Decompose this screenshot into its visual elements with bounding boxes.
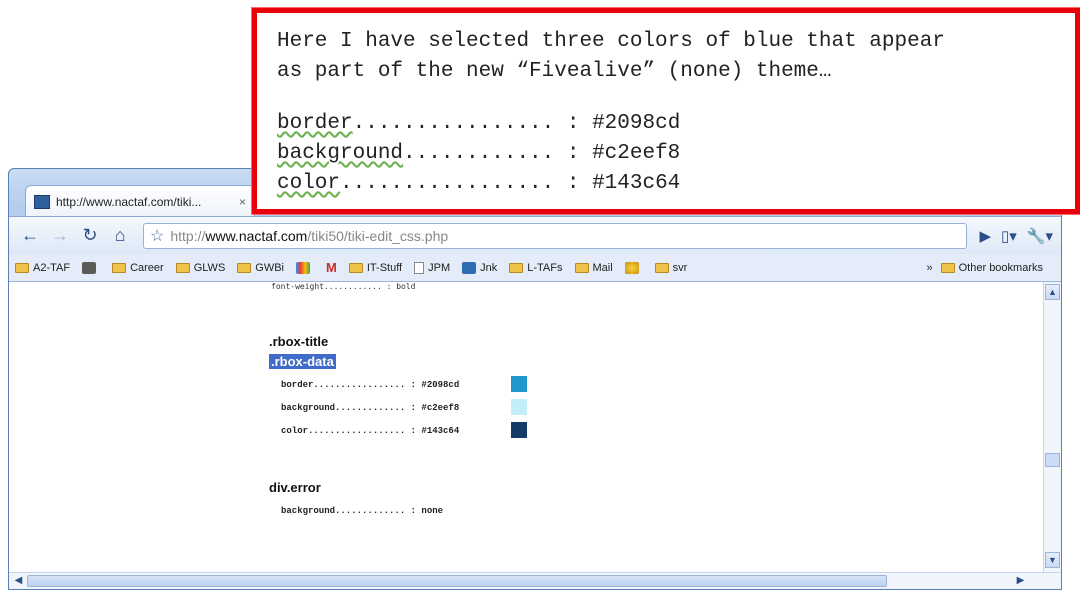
bookmark-label: GWBi — [255, 261, 285, 274]
bookmark-label: svr — [672, 261, 688, 274]
rbox-border-prop: border................. : #2098cd — [281, 380, 460, 390]
browser-window: http://www.nactaf.com/tiki... × ← → ↻ ⌂ … — [8, 168, 1062, 590]
section-rbox-data: .rbox-data — [269, 354, 336, 369]
callout-dots: ................. : — [340, 172, 593, 195]
other-bookmarks-label: Other bookmarks — [958, 261, 1043, 274]
bookmark-star-icon[interactable]: ☆ — [150, 226, 164, 246]
google-icon — [296, 261, 311, 274]
folder-icon — [112, 262, 127, 273]
scroll-down-icon[interactable]: ▼ — [1045, 552, 1060, 568]
rbox-color-prop: color.................. : #143c64 — [281, 426, 460, 436]
background-color-swatch — [511, 399, 527, 415]
url-host: www.nactaf.com — [205, 227, 308, 244]
folder-icon — [237, 262, 252, 273]
bookmark-globe[interactable] — [624, 261, 643, 274]
folder-icon — [175, 262, 190, 273]
bookmark-a2-taf[interactable]: A2-TAF — [15, 262, 70, 274]
app-logo-icon — [82, 261, 97, 274]
folder-icon — [509, 262, 524, 273]
bookmark-mail[interactable]: Mail — [574, 261, 613, 274]
folder-icon — [940, 262, 955, 273]
horizontal-scrollbar[interactable]: ◀ ▶ — [9, 572, 1061, 589]
bookmark-jnk[interactable]: Jnk — [462, 261, 498, 274]
home-button[interactable]: ⌂ — [107, 223, 133, 249]
bookmark-label: GLWS — [193, 261, 226, 274]
reload-button[interactable]: ↻ — [77, 223, 103, 249]
bookmarks-overflow-icon[interactable]: » — [927, 262, 933, 274]
bookmarks-bar: A2-TAF Career GLWS GWBi M IT-Stuff JPM J… — [9, 254, 1061, 282]
site-favicon-icon — [34, 194, 50, 209]
bookmark-google[interactable] — [296, 261, 314, 274]
browser-tab[interactable]: http://www.nactaf.com/tiki... × — [25, 185, 255, 217]
callout-dots: ................ : — [352, 112, 593, 135]
browser-toolbar: ← → ↻ ⌂ ☆ http://www.nactaf.com/tiki50/t… — [9, 216, 1061, 254]
partial-property-line: font-weight............ : bold — [271, 282, 416, 291]
wrench-menu-icon[interactable]: 🔧▾ — [1027, 227, 1053, 245]
scroll-right-icon[interactable]: ▶ — [1013, 574, 1028, 588]
callout-key: border — [277, 112, 353, 135]
callout-line-2: as part of the new “Fivealive” (none) th… — [277, 60, 832, 83]
bookmark-label: Jnk — [480, 261, 498, 274]
bookmark-label: IT-Stuff — [366, 261, 403, 274]
vertical-scroll-thumb[interactable] — [1045, 453, 1060, 467]
bookmark-label: JPM — [428, 261, 451, 274]
callout-line-1: Here I have selected three colors of blu… — [277, 30, 945, 53]
folder-icon — [15, 262, 29, 273]
section-rbox-title: .rbox-title — [269, 334, 329, 349]
folder-icon — [574, 262, 589, 273]
bookmark-gwbi[interactable]: GWBi — [237, 262, 284, 274]
bookmark-career[interactable]: Career — [112, 262, 164, 274]
folder-icon — [654, 262, 669, 273]
address-bar[interactable]: ☆ http://www.nactaf.com/tiki50/tiki-edit… — [143, 222, 968, 249]
bookmark-glws[interactable]: GLWS — [175, 261, 226, 274]
callout-row-background: background............ : #c2eef8 — [277, 139, 1055, 169]
go-icon[interactable]: ▶ — [979, 227, 991, 245]
tab-close-icon[interactable]: × — [239, 195, 246, 209]
callout-row-border: border................ : #2098cd — [277, 109, 1055, 139]
bookmark-gmail[interactable]: M — [326, 260, 337, 275]
callout-value: #143c64 — [592, 172, 681, 195]
section-div-error: div.error — [269, 480, 321, 495]
callout-row-color: color................. : #143c64 — [277, 169, 1055, 199]
globe-icon — [624, 261, 639, 274]
folder-icon — [348, 262, 363, 273]
callout-key: color — [277, 172, 341, 195]
screenshot-root: http://www.nactaf.com/tiki... × ← → ↻ ⌂ … — [0, 0, 1080, 593]
page-content: font-weight............ : bold .rbox-tit… — [9, 282, 1043, 572]
annotation-callout: Here I have selected three colors of blu… — [252, 8, 1080, 214]
callout-dots: ............ : — [403, 142, 593, 165]
scroll-left-icon[interactable]: ◀ — [11, 574, 26, 588]
tab-title: http://www.nactaf.com/tiki... — [56, 194, 202, 209]
s-icon — [462, 261, 477, 274]
back-button[interactable]: ← — [17, 223, 43, 249]
forward-button[interactable]: → — [47, 223, 73, 249]
bookmark-svr[interactable]: svr — [654, 261, 688, 274]
horizontal-scroll-thumb[interactable] — [27, 575, 887, 587]
gmail-icon: M — [326, 260, 337, 275]
border-color-swatch — [511, 376, 527, 392]
bookmark-it-stuff[interactable]: IT-Stuff — [348, 261, 403, 274]
callout-key: background — [277, 142, 404, 165]
error-background-prop: background............. : none — [281, 506, 444, 516]
bookmark-label: A2-TAF — [33, 261, 71, 274]
bookmark-label: Career — [130, 261, 164, 274]
callout-value: #2098cd — [592, 112, 681, 135]
scroll-up-icon[interactable]: ▲ — [1045, 284, 1060, 300]
rbox-background-prop: background............. : #c2eef8 — [281, 403, 460, 413]
url-prefix: http:// — [170, 227, 206, 244]
bookmark-jpm[interactable]: JPM — [414, 261, 451, 274]
page-icon — [414, 261, 425, 274]
page-menu-icon[interactable]: ▯▾ — [1001, 227, 1017, 245]
bookmark-app-logo[interactable] — [82, 261, 100, 274]
callout-value: #c2eef8 — [592, 142, 681, 165]
vertical-scrollbar[interactable]: ▲ ▼ — [1043, 282, 1061, 572]
text-color-swatch — [511, 422, 527, 438]
url-path: /tiki50/tiki-edit_css.php — [307, 227, 449, 244]
bookmark-label: L-TAFs — [527, 261, 563, 274]
bookmark-l-tafs[interactable]: L-TAFs — [509, 261, 563, 274]
bookmark-other[interactable]: Other bookmarks — [940, 261, 1043, 274]
bookmark-label: Mail — [592, 261, 613, 274]
